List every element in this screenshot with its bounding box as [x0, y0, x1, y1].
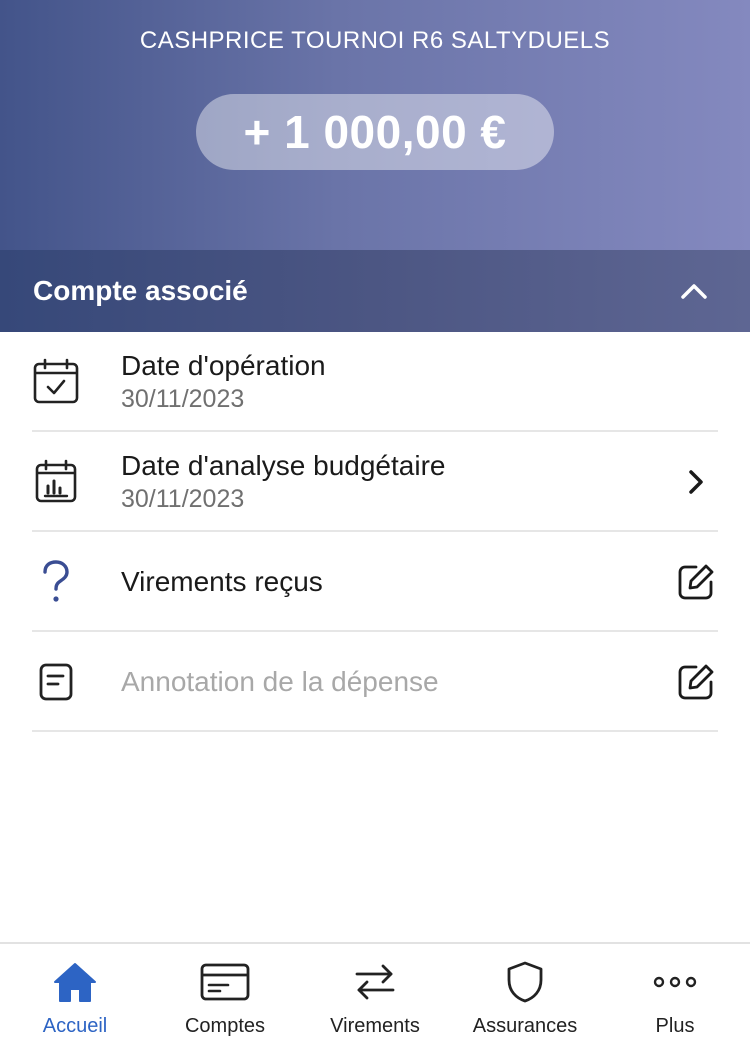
transaction-title: CASHPRICE TOURNOI R6 SALTYDUELS [139, 27, 611, 54]
annotation-row[interactable]: Annotation de la dépense [0, 632, 750, 732]
edit-icon[interactable] [674, 660, 718, 704]
operation-date-label: Date d'opération [121, 350, 326, 381]
question-icon [28, 554, 84, 610]
tab-label: Assurances [472, 1015, 578, 1037]
more-icon [649, 958, 701, 1006]
divider [32, 730, 718, 732]
tab-virements[interactable]: Virements [300, 944, 450, 1040]
home-icon [49, 958, 101, 1006]
transfer-icon [349, 958, 401, 1006]
operation-date-value: 30/11/2023 [121, 385, 245, 413]
transaction-header: CASHPRICE TOURNOI R6 SALTYDUELS + 1 000,… [0, 0, 750, 250]
tab-plus[interactable]: Plus [600, 944, 750, 1040]
budget-date-row[interactable]: Date d'analyse budgétaire 30/11/2023 [0, 432, 750, 532]
tab-assurances[interactable]: Assurances [450, 944, 600, 1040]
tab-label: Plus [655, 1015, 695, 1037]
card-icon [199, 958, 251, 1006]
tab-comptes[interactable]: Comptes [150, 944, 300, 1040]
budget-date-value: 30/11/2023 [121, 485, 245, 513]
chevron-right-icon[interactable] [674, 460, 718, 504]
transaction-amount: + 1 000,00 € [196, 94, 554, 170]
category-row[interactable]: Virements reçus [0, 532, 750, 632]
tab-label: Comptes [184, 1015, 266, 1037]
shield-icon [499, 958, 551, 1006]
details-list: Date d'opération 30/11/2023 Date d'analy… [0, 332, 750, 732]
tab-label: Virements [330, 1015, 420, 1037]
operation-date-row: Date d'opération 30/11/2023 [0, 332, 750, 432]
chevron-up-icon[interactable] [676, 276, 712, 306]
tab-label: Accueil [42, 1015, 108, 1037]
budget-date-label: Date d'analyse budgétaire [121, 450, 446, 481]
category-label: Virements reçus [121, 566, 323, 597]
section-title: Compte associé [33, 275, 248, 306]
note-icon [28, 654, 84, 710]
tab-accueil[interactable]: Accueil [0, 944, 150, 1040]
edit-icon[interactable] [674, 560, 718, 604]
annotation-placeholder[interactable]: Annotation de la dépense [121, 666, 439, 698]
associated-account-section[interactable]: Compte associé [0, 250, 750, 332]
bottom-tab-bar: Accueil Comptes Virements Assurances Plu… [0, 942, 750, 1040]
calendar-chart-icon [28, 454, 84, 510]
calendar-check-icon [28, 354, 84, 410]
